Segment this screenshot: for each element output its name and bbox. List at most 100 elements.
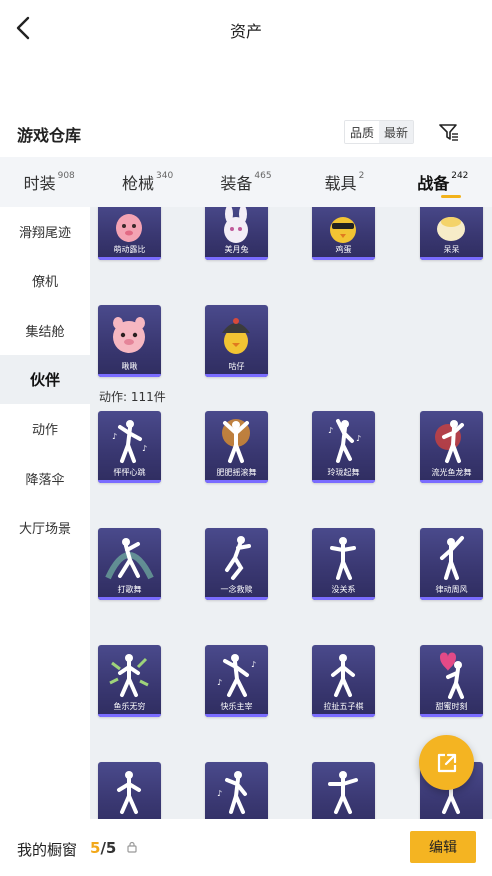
dancer-silhouette-icon bbox=[105, 538, 154, 580]
subcategory-sidebar: 滑翔尾迹 僚机 集结舱 伙伴 动作 降落伞 大厅场景 bbox=[0, 207, 90, 819]
tab-label: 载具 bbox=[324, 174, 357, 193]
partner-card[interactable]: 鸡蛋 bbox=[312, 207, 375, 260]
assets-page: 资产 游戏仓库 品质 最新 时装 908 枪械 340 装备 465 载具 2 … bbox=[0, 0, 492, 876]
card-name: 呆呆 bbox=[443, 245, 460, 254]
sidebar-item-parachute[interactable]: 降落伞 bbox=[0, 453, 90, 502]
emote-card[interactable]: ♪ ♪ 玲珑起舞 bbox=[312, 411, 375, 483]
svg-text:♪: ♪ bbox=[328, 426, 333, 435]
tab-count: 242 bbox=[451, 171, 469, 181]
card-name: 打歌舞 bbox=[117, 585, 142, 594]
card-name: 律动周风 bbox=[435, 585, 468, 594]
page-title: 资产 bbox=[229, 22, 262, 41]
emote-card[interactable]: 拉扯五子棋 bbox=[312, 645, 375, 717]
card-name: 萌动露比 bbox=[113, 245, 146, 254]
tab-label: 装备 bbox=[220, 174, 253, 193]
bottom-bar: 我的橱窗 5/5 编辑 bbox=[0, 819, 492, 876]
emote-card[interactable]: 鱼乐无穷 bbox=[98, 645, 161, 717]
partner-card[interactable]: 咕仔 bbox=[205, 305, 268, 377]
card-name: 快乐主宰 bbox=[220, 702, 253, 711]
dancer-silhouette-icon bbox=[109, 654, 149, 697]
tab-count: 465 bbox=[254, 171, 272, 181]
dancer-silhouette-icon bbox=[435, 420, 464, 463]
sort-latest-button[interactable]: 最新 bbox=[379, 121, 414, 143]
dancer-silhouette-icon: ♪♪ bbox=[112, 420, 147, 463]
emote-card[interactable] bbox=[312, 762, 375, 819]
tab-label: 战备 bbox=[417, 174, 450, 193]
sidebar-item-partner[interactable]: 伙伴 bbox=[0, 354, 90, 405]
emote-card[interactable]: 肥肥摇滚舞 bbox=[205, 411, 268, 483]
card-name: 甜蜜时刻 bbox=[435, 702, 468, 711]
tab-fashion[interactable]: 时装 908 bbox=[0, 157, 98, 207]
dancer-silhouette-icon bbox=[225, 536, 251, 580]
card-name: 鸡蛋 bbox=[335, 245, 352, 254]
svg-text:♪: ♪ bbox=[112, 432, 117, 441]
lock-icon bbox=[127, 841, 137, 853]
sidebar-item-lobby-scene[interactable]: 大厅场景 bbox=[0, 503, 90, 552]
helmet-duck-icon bbox=[222, 318, 250, 354]
emote-card[interactable]: 甜蜜时刻 bbox=[420, 645, 483, 717]
dancer-silhouette-icon bbox=[117, 771, 141, 814]
showcase-count: 5/5 bbox=[90, 839, 116, 857]
dancer-silhouette-icon bbox=[440, 652, 464, 699]
warehouse-title: 游戏仓库 bbox=[17, 126, 82, 145]
tab-firearms[interactable]: 枪械 340 bbox=[98, 157, 196, 207]
svg-text:♪: ♪ bbox=[217, 789, 222, 798]
dancer-silhouette-icon bbox=[440, 536, 464, 580]
bunny-icon bbox=[224, 207, 248, 243]
emote-card[interactable]: 一念救赎 bbox=[205, 528, 268, 600]
card-name: 流光鱼龙舞 bbox=[431, 468, 472, 477]
tab-count: 340 bbox=[156, 171, 174, 181]
svg-text:♪: ♪ bbox=[251, 660, 256, 669]
filter-icon[interactable] bbox=[437, 120, 461, 144]
tab-vehicles[interactable]: 载具 2 bbox=[295, 157, 393, 207]
emote-card[interactable]: 打歌舞 bbox=[98, 528, 161, 600]
emote-card[interactable]: 律动周风 bbox=[420, 528, 483, 600]
partner-card[interactable]: 啾啾 bbox=[98, 305, 161, 377]
dancer-silhouette-icon: ♪♪ bbox=[217, 654, 256, 697]
share-button[interactable] bbox=[419, 735, 474, 790]
tab-readiness[interactable]: 战备 242 bbox=[394, 157, 492, 207]
edit-button[interactable]: 编辑 bbox=[410, 831, 476, 863]
pink-piglet-icon bbox=[113, 317, 145, 353]
svg-text:♪: ♪ bbox=[142, 444, 147, 453]
sidebar-item-wingman[interactable]: 僚机 bbox=[0, 256, 90, 305]
share-external-icon bbox=[437, 753, 456, 772]
tab-count: 908 bbox=[57, 171, 75, 181]
svg-text:♪: ♪ bbox=[356, 434, 361, 443]
emote-card[interactable]: ♪ ♪ 怦怦心跳 bbox=[98, 411, 161, 483]
sidebar-item-assembly-pod[interactable]: 集结舱 bbox=[0, 306, 90, 355]
tab-equipment[interactable]: 装备 465 bbox=[197, 157, 295, 207]
dancer-silhouette-icon bbox=[328, 771, 358, 814]
emote-card[interactable]: ♪ bbox=[205, 762, 268, 819]
emote-card[interactable]: ♪ ♪ 快乐主宰 bbox=[205, 645, 268, 717]
dancer-silhouette-icon: ♪ bbox=[217, 771, 247, 814]
sidebar-item-glide-trail[interactable]: 滑翔尾迹 bbox=[0, 207, 90, 256]
item-grid: 萌动露比 美月兔 鸡蛋 呆呆 啾啾 咕仔 动作: 111件 ♪ ♪ 怦怦心跳 肥… bbox=[90, 207, 492, 819]
sidebar-item-emote[interactable]: 动作 bbox=[0, 404, 90, 453]
emote-card[interactable]: 没关系 bbox=[312, 528, 375, 600]
emote-card[interactable]: 流光鱼龙舞 bbox=[420, 411, 483, 483]
dancer-silhouette-icon bbox=[222, 419, 250, 463]
tab-label: 枪械 bbox=[122, 174, 155, 193]
dancer-silhouette-icon bbox=[330, 537, 356, 580]
actions-count-label: 动作: 111件 bbox=[99, 390, 166, 404]
emote-card[interactable] bbox=[98, 762, 161, 819]
partner-card[interactable]: 呆呆 bbox=[420, 207, 483, 260]
egg-creature-icon bbox=[437, 217, 465, 241]
card-name: 一念救赎 bbox=[220, 585, 253, 594]
category-tabs: 时装 908 枪械 340 装备 465 载具 2 战备 242 bbox=[0, 157, 492, 207]
card-name: 咕仔 bbox=[228, 362, 245, 371]
card-name: 玲珑起舞 bbox=[327, 468, 360, 477]
partner-card[interactable]: 美月兔 bbox=[205, 207, 268, 260]
card-name: 鱼乐无穷 bbox=[113, 702, 146, 711]
sort-quality-button[interactable]: 品质 bbox=[345, 121, 380, 143]
card-name: 肥肥摇滚舞 bbox=[216, 468, 257, 477]
partner-card[interactable]: 萌动露比 bbox=[98, 207, 161, 260]
showcase-count-total: /5 bbox=[100, 839, 117, 857]
showcase-label: 我的橱窗 bbox=[17, 841, 78, 859]
card-name: 美月兔 bbox=[224, 245, 249, 254]
card-name: 怦怦心跳 bbox=[113, 468, 146, 477]
dancer-silhouette-icon bbox=[331, 654, 355, 697]
showcase-count-current: 5 bbox=[90, 839, 101, 857]
tab-label: 时装 bbox=[23, 174, 56, 193]
